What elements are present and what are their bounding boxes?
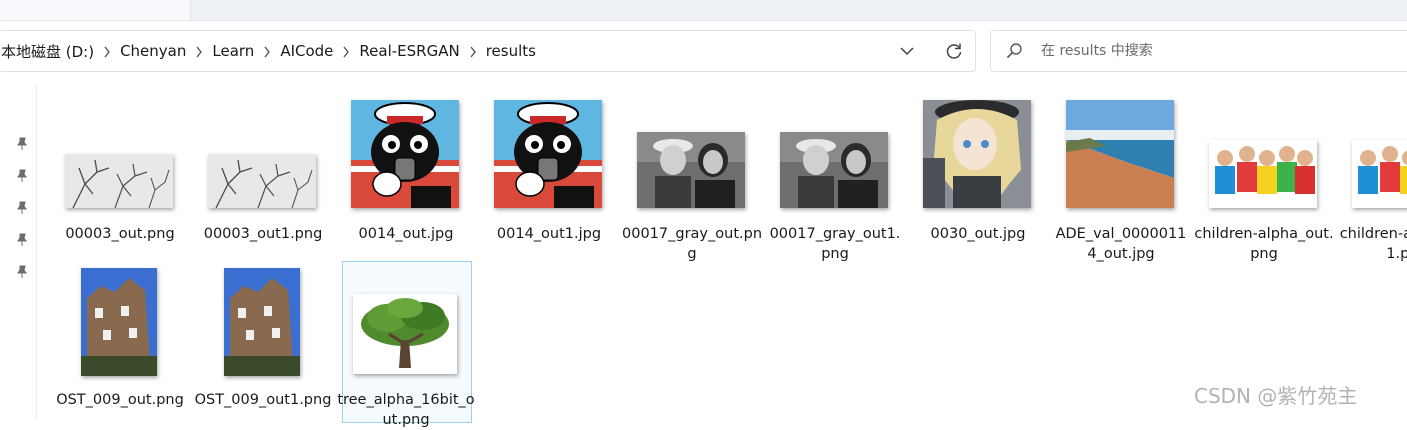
gray-photo-icon [637,132,745,208]
watermark: CSDN @紫竹苑主 [1194,384,1358,408]
tab-strip [0,0,1407,21]
file-name: 0014_out1.jpg [496,226,602,242]
breadcrumb-item-learn[interactable]: Learn [212,42,254,60]
history-dropdown-button[interactable] [887,31,927,71]
pin-icon[interactable] [15,265,29,279]
search-input[interactable] [1041,39,1381,63]
refresh-icon [946,43,962,59]
breadcrumb-item-aicode[interactable]: AICode [280,42,333,60]
search-box[interactable] [990,30,1407,72]
breadcrumb-item-real-esrgan[interactable]: Real-ESRGAN [359,42,459,60]
chevron-right-icon[interactable] [186,42,212,60]
file-name: 0030_out.jpg [930,226,1026,242]
address-bar[interactable]: 本地磁盘 (D:) Chenyan Learn AICode Real-ESRG… [0,30,976,72]
chevron-right-icon[interactable] [333,42,359,60]
branches-icon [65,154,173,208]
pin-icon[interactable] [15,233,29,247]
breadcrumb-item-results[interactable]: results [486,42,536,60]
castle-icon [224,268,300,376]
file-name: 00017_gray_out1.png [769,226,901,262]
chevron-right-icon[interactable] [94,42,120,60]
file-name: OST_009_out.png [56,392,184,408]
castle-icon [81,268,157,376]
file-name: tree_alpha_16bit_out.png [337,392,475,428]
pin-icon[interactable] [15,169,29,183]
breadcrumb-item-chenyan[interactable]: Chenyan [120,42,186,60]
chevron-right-icon[interactable] [254,42,280,60]
children-icon [1209,140,1317,208]
chevron-right-icon[interactable] [460,42,486,60]
pin-icon[interactable] [15,137,29,151]
gray-photo-icon [780,132,888,208]
file-name: 00003_out.png [65,226,175,242]
navigation-pane [0,85,37,420]
children-icon [1352,140,1407,208]
cartoon-cat-icon [351,100,459,208]
file-name: OST_009_out1.png [194,392,332,408]
beach-icon [1066,100,1174,208]
file-name: 00017_gray_out.png [622,226,763,262]
window-tab[interactable] [0,0,191,20]
refresh-button[interactable] [934,31,974,71]
pin-icon[interactable] [15,201,29,215]
breadcrumb-item-drive[interactable]: 本地磁盘 (D:) [1,41,94,62]
file-name: children-alpha_out.png [1194,226,1334,262]
chevron-down-icon [900,47,914,56]
cartoon-cat-icon [494,100,602,208]
file-name: children-alpha_out1.png [1339,226,1407,262]
tree-icon [353,294,457,374]
anime-girl-icon [923,100,1031,208]
breadcrumb: 本地磁盘 (D:) Chenyan Learn AICode Real-ESRG… [1,31,536,71]
search-icon [1006,43,1022,59]
file-name: 0014_out.jpg [358,226,454,242]
branches-icon [208,154,316,208]
file-name: 00003_out1.png [203,226,323,242]
file-name: ADE_val_00000114_out.jpg [1055,226,1187,262]
